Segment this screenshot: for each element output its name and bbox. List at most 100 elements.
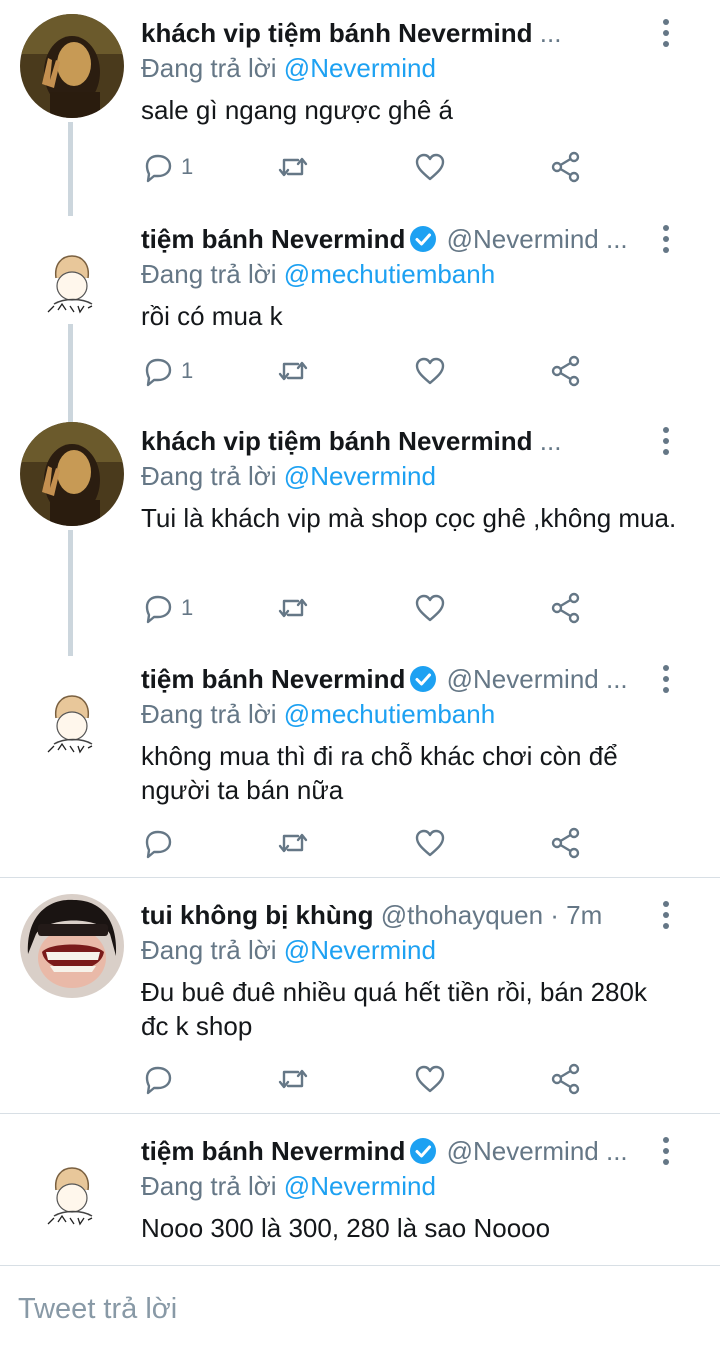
reply-button[interactable]: 1 <box>141 147 193 187</box>
tweet-header: tiệm bánh Nevermind @Nevermind ... <box>141 222 641 256</box>
retweet-button[interactable] <box>276 351 310 391</box>
retweet-icon <box>278 598 308 618</box>
tweet-header: tiệm bánh Nevermind @Nevermind ... <box>141 1134 641 1168</box>
user-handle[interactable]: @Nevermind ... <box>447 224 628 254</box>
tweet-header: tui không bị khùng @thohayquen · 7m <box>141 898 641 932</box>
retweet-icon <box>278 833 308 853</box>
verified-badge-icon <box>410 1138 437 1164</box>
reply-mention-link[interactable]: @Nevermind <box>284 935 436 965</box>
nevermind-sketch-avatar <box>20 666 124 770</box>
more-options-icon[interactable] <box>652 424 680 458</box>
reply-button[interactable]: 1 <box>141 588 193 628</box>
like-icon <box>415 153 445 181</box>
reply-mention-link[interactable]: @Nevermind <box>284 53 436 83</box>
replying-to: Đang trả lời @Nevermind <box>141 459 436 493</box>
tweet-actions: 1 <box>141 351 601 391</box>
like-icon <box>415 357 445 385</box>
more-options-icon[interactable] <box>652 222 680 256</box>
tweet-text: sale gì ngang ngược ghê á <box>141 95 454 125</box>
avatar[interactable] <box>20 894 124 998</box>
more-options-icon[interactable] <box>652 898 680 932</box>
user-handle[interactable]: @Nevermind ... <box>447 664 628 694</box>
thread-line <box>68 122 73 216</box>
display-name[interactable]: tui không bị khùng <box>141 900 374 930</box>
avatar[interactable] <box>20 14 124 118</box>
avatar[interactable] <box>20 422 124 526</box>
nevermind-sketch-avatar <box>20 1138 124 1242</box>
share-button[interactable] <box>549 351 583 391</box>
tweet-text: Đu buê đuê nhiều quá hết tiền rồi, bán 2… <box>141 977 647 1041</box>
display-name[interactable]: khách vip tiệm bánh Nevermind <box>141 426 533 456</box>
share-icon <box>551 827 580 859</box>
replying-to-label: Đang trả lời <box>141 259 277 289</box>
share-button[interactable] <box>549 1059 583 1099</box>
tweet-text: Nooo 300 là 300, 280 là sao Noooo <box>141 1213 551 1243</box>
display-name[interactable]: khách vip tiệm bánh Nevermind <box>141 18 533 48</box>
retweet-button[interactable] <box>276 823 310 863</box>
replying-to: Đang trả lời @Nevermind <box>141 933 436 967</box>
verified-badge-icon <box>410 666 437 692</box>
share-icon <box>551 151 580 183</box>
like-icon <box>415 829 445 857</box>
like-button[interactable] <box>413 351 447 391</box>
display-name[interactable]: tiệm bánh Nevermind <box>141 224 405 254</box>
like-button[interactable] <box>413 147 447 187</box>
reply-mention-link[interactable]: @mechutiembanh <box>284 259 495 289</box>
share-button[interactable] <box>549 823 583 863</box>
retweet-icon <box>278 361 308 381</box>
reply-icon <box>145 154 172 183</box>
reply-button[interactable]: 1 <box>141 351 193 391</box>
tweet-text: Tui là khách vip mà shop cọc ghê ,không … <box>141 503 677 533</box>
reply-compose-input[interactable]: Tweet trả lời <box>18 1293 177 1326</box>
reply-count: 1 <box>181 595 194 620</box>
reply-mention-link[interactable]: @mechutiembanh <box>284 699 495 729</box>
reply-button[interactable] <box>141 1059 181 1099</box>
share-icon <box>551 592 580 624</box>
replying-to-label: Đang trả lời <box>141 53 277 83</box>
more-options-icon[interactable] <box>652 662 680 696</box>
display-name[interactable]: tiệm bánh Nevermind <box>141 1136 405 1166</box>
reply-count: 1 <box>181 154 194 179</box>
reply-icon <box>145 358 172 387</box>
mona-lisa-avatar <box>20 422 124 526</box>
like-button[interactable] <box>413 1059 447 1099</box>
avatar[interactable] <box>20 666 124 770</box>
like-button[interactable] <box>413 588 447 628</box>
more-options-icon[interactable] <box>652 16 680 50</box>
tweet-actions <box>141 823 601 863</box>
avatar[interactable] <box>20 226 124 330</box>
reply-button[interactable] <box>141 823 181 863</box>
replying-to-label: Đang trả lời <box>141 1171 277 1201</box>
retweet-icon <box>278 157 308 177</box>
grinning-face-avatar <box>20 894 124 998</box>
reply-mention-link[interactable]: @Nevermind <box>284 461 436 491</box>
retweet-button[interactable] <box>276 1059 310 1099</box>
tweet-actions: 1 <box>141 588 601 628</box>
thread-line <box>68 530 73 656</box>
like-icon <box>415 594 445 622</box>
replying-to: Đang trả lời @mechutiembanh <box>141 257 495 291</box>
share-icon <box>551 1063 580 1095</box>
reply-icon <box>145 830 172 859</box>
avatar[interactable] <box>20 1138 124 1242</box>
share-button[interactable] <box>549 588 583 628</box>
tweet-divider <box>0 877 720 878</box>
retweet-button[interactable] <box>276 147 310 187</box>
nevermind-sketch-avatar <box>20 226 124 330</box>
replying-to: Đang trả lời @Nevermind <box>141 51 436 85</box>
retweet-icon <box>278 1069 308 1089</box>
more-options-icon[interactable] <box>652 1134 680 1168</box>
tweet-actions <box>141 1059 601 1099</box>
retweet-button[interactable] <box>276 588 310 628</box>
tweet-header: tiệm bánh Nevermind @Nevermind ... <box>141 662 641 696</box>
user-handle[interactable]: @thohayquen · 7m <box>381 900 603 930</box>
display-name[interactable]: tiệm bánh Nevermind <box>141 664 405 694</box>
like-button[interactable] <box>413 823 447 863</box>
user-handle[interactable]: @Nevermind ... <box>447 1136 628 1166</box>
replying-to: Đang trả lời @Nevermind <box>141 1169 436 1203</box>
replying-to: Đang trả lời @mechutiembanh <box>141 697 495 731</box>
like-icon <box>415 1065 445 1093</box>
share-button[interactable] <box>549 147 583 187</box>
reply-mention-link[interactable]: @Nevermind <box>284 1171 436 1201</box>
thread-line <box>68 324 73 422</box>
